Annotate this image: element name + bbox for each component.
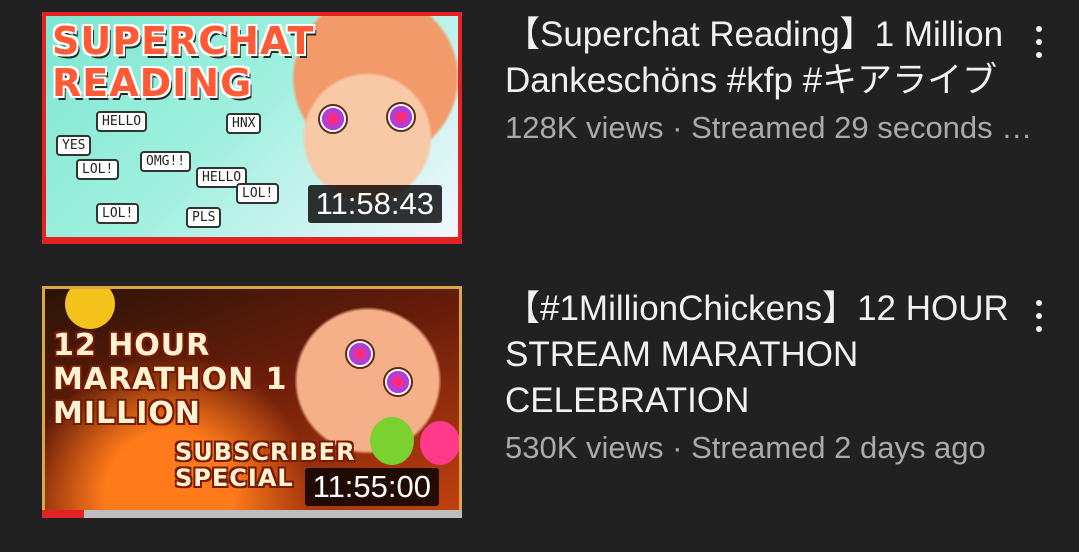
video-thumbnail[interactable]: 12 HOUR MARATHON 1 MILLION SUBSCRIBER SP… (42, 286, 462, 518)
chat-bubble: HNX (226, 113, 262, 134)
view-count: 530K views (505, 430, 664, 465)
duration-badge: 11:58:43 (307, 185, 442, 223)
thumbnail-headline: SUPERCHAT READING (52, 19, 315, 105)
thumbnail-headline: 12 HOUR MARATHON 1 MILLION (53, 328, 288, 431)
separator: · (672, 110, 692, 145)
chat-bubble: PLS (186, 207, 222, 228)
chat-bubble: OMG!! (140, 151, 192, 172)
video-meta: 【#1MillionChickens】12 HOUR STREAM MARATH… (505, 286, 1035, 468)
menu-dot (1036, 26, 1042, 32)
streamed-time: Streamed 29 seconds ago (691, 110, 1035, 145)
green-balloon (370, 417, 414, 465)
chat-bubble: LOL! (236, 183, 280, 204)
chat-bubbles: HELLO HNX YES LOL! OMG!! HELLO LOL! LOL!… (56, 111, 296, 231)
view-count: 128K views (505, 110, 664, 145)
more-vert-icon[interactable] (1024, 296, 1054, 336)
watch-progress-fill (42, 510, 84, 518)
video-item[interactable]: SUPERCHAT READING HELLO HNX YES LOL! OMG… (0, 12, 1079, 262)
video-item[interactable]: 12 HOUR MARATHON 1 MILLION SUBSCRIBER SP… (0, 286, 1079, 536)
video-list: SUPERCHAT READING HELLO HNX YES LOL! OMG… (0, 0, 1079, 552)
character-eye (383, 367, 413, 397)
video-stats: 530K views · Streamed 2 days ago (505, 428, 1035, 468)
menu-dot (1036, 52, 1042, 58)
video-meta: 【Superchat Reading】1 Million Dankeschöns… (505, 12, 1035, 148)
character-eye (318, 104, 348, 134)
chat-bubble: YES (56, 135, 92, 156)
chat-bubble: LOL! (96, 203, 140, 224)
chat-bubble: HELLO (96, 111, 148, 132)
character-eye (345, 339, 375, 369)
separator: · (672, 430, 692, 465)
pink-balloon (420, 421, 459, 465)
menu-dot (1036, 300, 1042, 306)
menu-dot (1036, 326, 1042, 332)
duration-badge: 11:55:00 (304, 468, 439, 506)
streamed-time: Streamed 2 days ago (691, 430, 986, 465)
video-title[interactable]: 【#1MillionChickens】12 HOUR STREAM MARATH… (505, 286, 1035, 424)
chat-bubble: LOL! (76, 159, 120, 180)
watch-progress-bar (42, 510, 462, 518)
menu-dot (1036, 39, 1042, 45)
video-title[interactable]: 【Superchat Reading】1 Million Dankeschöns… (505, 12, 1035, 104)
video-thumbnail[interactable]: SUPERCHAT READING HELLO HNX YES LOL! OMG… (42, 12, 462, 244)
video-stats: 128K views · Streamed 29 seconds ago (505, 108, 1035, 148)
character-eye (386, 102, 416, 132)
yellow-balloon (65, 289, 115, 329)
more-vert-icon[interactable] (1024, 22, 1054, 62)
menu-dot (1036, 313, 1042, 319)
